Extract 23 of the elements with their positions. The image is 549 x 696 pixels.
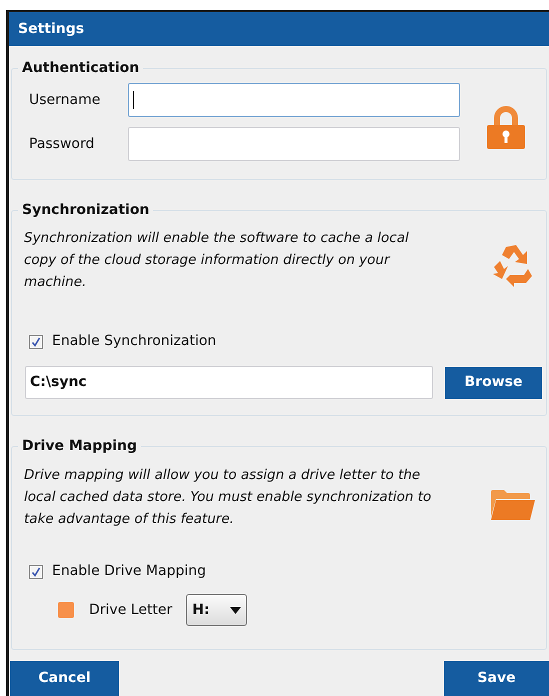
description: Drive mapping will allow you to assign a drive letter to the local cached data store. You must enable synchronization to take advantage of this feature. (24, 466, 432, 529)
square-icon (58, 602, 74, 618)
checkbox[interactable] (29, 564, 43, 578)
checkbox-label: Enable Synchronization (52, 332, 216, 351)
save-button[interactable]: Save (444, 661, 549, 696)
field-label: Drive Letter (89, 600, 172, 620)
username-field[interactable] (128, 83, 460, 117)
section-title: Synchronization (18, 200, 154, 220)
browse-button[interactable]: Browse (445, 366, 542, 398)
section-title: Drive Mapping (18, 436, 142, 456)
checkbox-label: Enable Drive Mapping (52, 562, 206, 581)
field-label: Username (29, 90, 102, 110)
checkbox[interactable] (29, 334, 43, 348)
password-field[interactable] (128, 127, 460, 161)
folder-icon (490, 489, 536, 521)
path-field[interactable]: C:\sync (25, 366, 433, 399)
dropdown-arrow-icon (230, 606, 242, 614)
description: Synchronization will enable the software to cache a local copy of the cloud storage information directly on your machine. (24, 229, 410, 292)
field-label: Password (29, 134, 96, 154)
padlock-icon (486, 105, 526, 149)
drive-letter-dropdown[interactable]: H: (186, 594, 248, 626)
window-title: Settings (18, 20, 84, 38)
cancel-button[interactable]: Cancel (10, 661, 119, 696)
